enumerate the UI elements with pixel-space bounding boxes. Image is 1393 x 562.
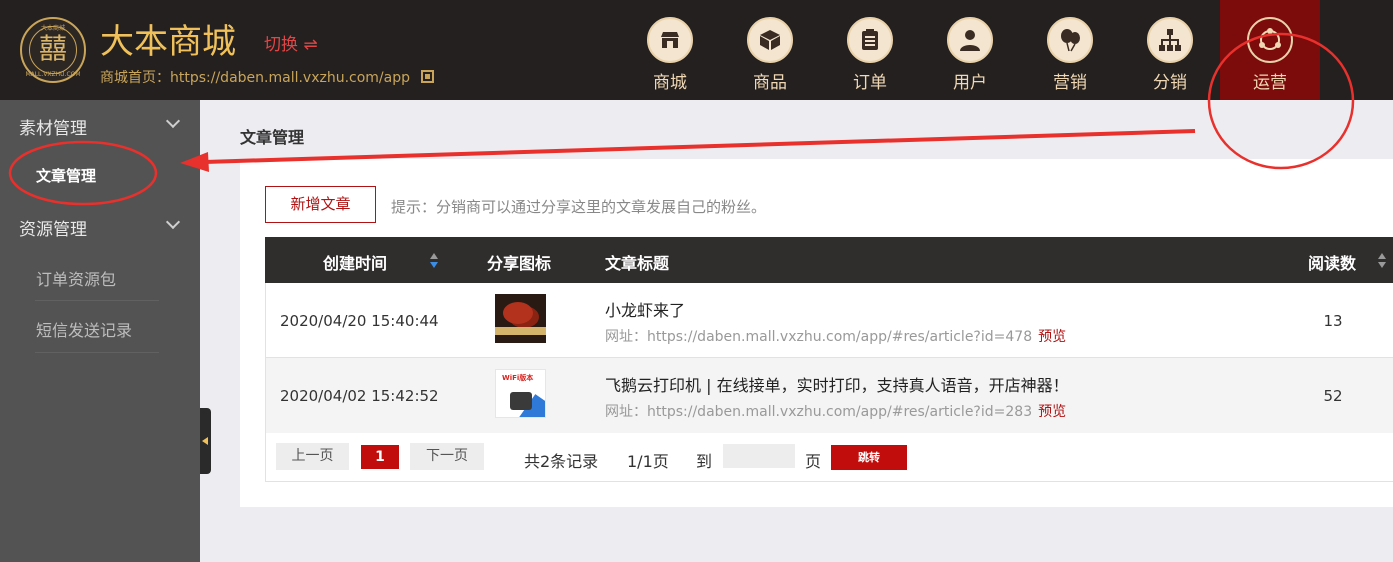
- column-header-title: 文章标题: [605, 254, 670, 273]
- logo-ring-text-bottom: MALL.VXZHU.COM: [25, 71, 81, 78]
- balloon-icon: [1047, 17, 1093, 63]
- nav-item-store[interactable]: 商城: [620, 0, 720, 100]
- nav-label: 运营: [1253, 73, 1287, 93]
- switch-store-link[interactable]: 切换 ⇌: [264, 30, 318, 55]
- hint-text: 提示：分销商可以通过分享这里的文章发展自己的粉丝。: [391, 198, 767, 216]
- prev-page-button[interactable]: 上一页: [276, 443, 349, 470]
- hierarchy-icon: [1147, 17, 1193, 63]
- page-title: 文章管理: [240, 128, 305, 147]
- nav-label: 订单: [853, 73, 887, 93]
- goto-label: 到: [696, 452, 713, 471]
- thumbnail-tag: WiFi版本: [502, 374, 534, 382]
- nav-label: 商城: [653, 73, 687, 93]
- goto-suffix: 页: [805, 452, 822, 471]
- sidebar-group-resources[interactable]: 资源管理: [0, 201, 200, 251]
- sidebar-item-label: 文章管理: [36, 167, 97, 185]
- article-url: 网址：https://daben.mall.vxzhu.com/app/#res…: [605, 401, 1066, 421]
- article-title[interactable]: 小龙虾来了: [605, 297, 685, 321]
- sidebar-group-materials[interactable]: 素材管理: [0, 100, 200, 150]
- article-url: 网址：https://daben.mall.vxzhu.com/app/#res…: [605, 326, 1066, 346]
- sort-icon[interactable]: [1378, 253, 1386, 269]
- brand-title: 大本商城: [100, 22, 236, 62]
- next-page-button[interactable]: 下一页: [410, 443, 484, 470]
- nav-item-marketing[interactable]: 营销: [1020, 0, 1120, 100]
- home-url-text: 商城首页：https://daben.mall.vxzhu.com/app: [100, 70, 411, 86]
- clipboard-icon: [847, 17, 893, 63]
- article-title[interactable]: 飞鹅云打印机 | 在线接单，实时打印，支持真人语音，开店神器！: [605, 372, 1069, 396]
- goto-page-input[interactable]: [723, 444, 795, 468]
- read-count: 13: [1323, 312, 1343, 330]
- sidebar-item-article-management[interactable]: 文章管理: [0, 150, 200, 200]
- jump-button[interactable]: 跳转: [831, 445, 907, 470]
- nav-label: 商品: [753, 73, 787, 93]
- pagination: 上一页 1 下一页 共2条记录 1/1页 到 页 跳转: [265, 432, 1393, 482]
- qr-code-icon[interactable]: [421, 70, 434, 83]
- created-time: 2020/04/20 15:40:44: [280, 312, 439, 330]
- column-header-share-icon: 分享图标: [487, 254, 552, 273]
- logo-glyph: 囍: [38, 32, 67, 65]
- article-thumbnail: WiFi版本: [495, 369, 546, 418]
- article-thumbnail: [495, 294, 546, 343]
- sidebar-divider: [35, 300, 159, 301]
- column-header-reads[interactable]: 阅读数: [1308, 250, 1356, 274]
- sidebar-group-label: 资源管理: [19, 220, 87, 240]
- page-count: 1/1页: [627, 452, 669, 471]
- preview-link[interactable]: 预览: [1038, 404, 1066, 420]
- nav-label: 营销: [1053, 73, 1087, 93]
- add-article-button[interactable]: 新增文章: [265, 186, 376, 223]
- chevron-down-icon: [165, 214, 181, 230]
- sidebar-item-sms-records[interactable]: 短信发送记录: [0, 302, 200, 352]
- read-count: 52: [1323, 387, 1343, 405]
- sidebar-item-label: 短信发送记录: [36, 321, 133, 340]
- column-header-created[interactable]: 创建时间: [323, 250, 387, 274]
- chevron-down-icon: [165, 113, 181, 129]
- nav-item-orders[interactable]: 订单: [820, 0, 920, 100]
- url-text: 网址：https://daben.mall.vxzhu.com/app/#res…: [605, 329, 1033, 345]
- total-records: 共2条记录: [524, 452, 599, 471]
- nav-item-operations[interactable]: 运营: [1220, 0, 1320, 100]
- share-network-icon: [1247, 17, 1293, 63]
- nav-item-users[interactable]: 用户: [920, 0, 1020, 100]
- sidebar-item-label: 订单资源包: [36, 270, 117, 289]
- store-icon: [647, 17, 693, 63]
- sidebar-collapse-handle[interactable]: [200, 408, 211, 474]
- nav-label: 用户: [953, 73, 987, 93]
- nav-item-distribution[interactable]: 分销: [1120, 0, 1220, 100]
- sort-icon[interactable]: [430, 253, 438, 269]
- annotation-arrow-line: [204, 129, 1196, 164]
- created-time: 2020/04/02 15:42:52: [280, 387, 439, 405]
- sidebar-group-label: 素材管理: [19, 119, 87, 139]
- sidebar-divider: [35, 352, 159, 353]
- top-header: 大本商城 囍 MALL.VXZHU.COM 大本商城 切换 ⇌ 商城首页：htt…: [0, 0, 1393, 100]
- table-row[interactable]: 2020/04/02 15:42:52 WiFi版本 飞鹅云打印机 | 在线接单…: [266, 358, 1393, 433]
- sidebar: 素材管理 文章管理 资源管理 订单资源包 短信发送记录: [0, 100, 200, 562]
- box-icon: [747, 17, 793, 63]
- user-icon: [947, 17, 993, 63]
- url-text: 网址：https://daben.mall.vxzhu.com/app/#res…: [605, 404, 1033, 420]
- nav-label: 分销: [1153, 73, 1187, 93]
- sidebar-item-order-resource-pack[interactable]: 订单资源包: [0, 251, 200, 301]
- brand-logo[interactable]: 大本商城 囍 MALL.VXZHU.COM: [20, 17, 86, 83]
- table-row[interactable]: 2020/04/20 15:40:44 小龙虾来了 网址：https://dab…: [266, 283, 1393, 358]
- preview-link[interactable]: 预览: [1038, 329, 1066, 345]
- table-header: 创建时间 分享图标 文章标题 阅读数: [265, 237, 1393, 283]
- nav-item-goods[interactable]: 商品: [720, 0, 820, 100]
- current-page-button[interactable]: 1: [361, 445, 399, 469]
